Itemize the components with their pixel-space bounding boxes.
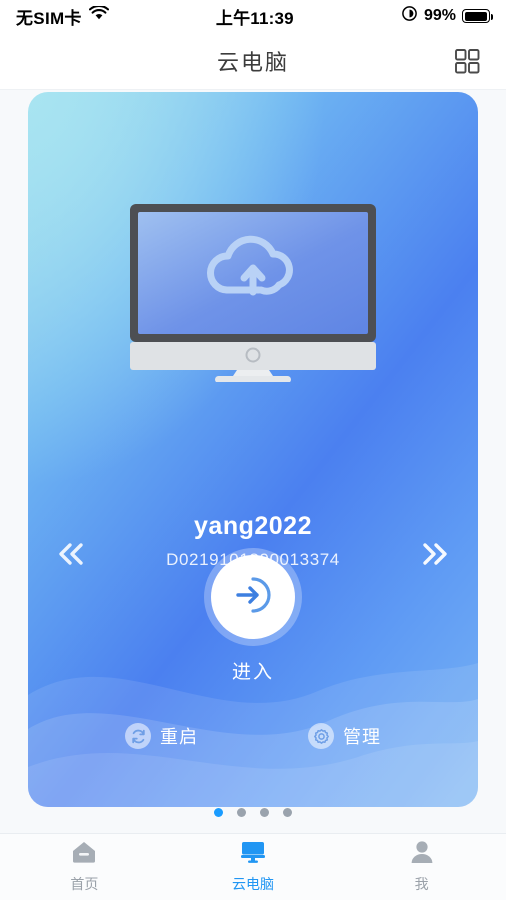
device-name: yang2022 bbox=[194, 512, 312, 540]
refresh-icon bbox=[125, 723, 151, 749]
pagination-dots bbox=[0, 808, 506, 817]
wifi-icon bbox=[88, 4, 109, 26]
monitor-icon bbox=[240, 840, 266, 869]
cloud-monitor-icon bbox=[127, 202, 379, 387]
nav-bar: 云电脑 bbox=[0, 32, 506, 90]
tab-cloud-pc-label: 云电脑 bbox=[232, 876, 274, 892]
bottom-tab-bar: 首页 云电脑 我 bbox=[0, 833, 506, 900]
double-chevron-left-icon[interactable] bbox=[48, 532, 92, 576]
manage-label: 管理 bbox=[343, 727, 381, 747]
tab-home[interactable]: 首页 bbox=[0, 840, 169, 894]
enter-button-label: 进入 bbox=[231, 662, 274, 683]
card-actions: 重启 管理 bbox=[28, 723, 478, 749]
page-title: 云电脑 bbox=[216, 49, 289, 75]
pagination-dot[interactable] bbox=[237, 808, 246, 817]
tab-profile[interactable]: 我 bbox=[337, 840, 506, 894]
grid-icon[interactable] bbox=[450, 44, 484, 78]
double-chevron-right-icon[interactable] bbox=[414, 532, 458, 576]
enter-button-circle[interactable] bbox=[211, 555, 295, 639]
status-bar: 无SIM卡 上午11:39 99% bbox=[0, 0, 506, 32]
battery-percent-label: 99% bbox=[423, 7, 456, 24]
carrier-label: 无SIM卡 bbox=[16, 8, 82, 28]
pagination-dot[interactable] bbox=[260, 808, 269, 817]
pagination-dot[interactable] bbox=[283, 808, 292, 817]
sign-in-icon bbox=[230, 572, 276, 623]
manage-button[interactable]: 管理 bbox=[308, 723, 381, 749]
tab-profile-label: 我 bbox=[414, 876, 429, 892]
status-bar-left: 无SIM卡 bbox=[16, 4, 109, 29]
restart-label: 重启 bbox=[160, 727, 198, 747]
tab-home-label: 首页 bbox=[70, 876, 99, 892]
enter-button[interactable]: 进入 bbox=[211, 555, 295, 684]
app-screen: 无SIM卡 上午11:39 99% 云电脑 yang2022 进入 重启 管理 … bbox=[0, 0, 506, 900]
status-bar-time: 上午11:39 bbox=[215, 8, 294, 28]
rotation-lock-icon bbox=[401, 5, 418, 27]
pagination-dot[interactable] bbox=[214, 808, 223, 817]
home-icon bbox=[71, 840, 97, 869]
status-bar-right: 99% bbox=[401, 5, 493, 27]
gear-icon bbox=[308, 723, 334, 749]
tab-cloud-pc[interactable]: 云电脑 bbox=[169, 840, 338, 894]
restart-button[interactable]: 重启 bbox=[125, 723, 198, 749]
cloud-pc-card[interactable]: yang2022 D0219101800013374 bbox=[28, 92, 478, 807]
person-icon bbox=[409, 840, 435, 869]
battery-icon bbox=[462, 9, 493, 23]
